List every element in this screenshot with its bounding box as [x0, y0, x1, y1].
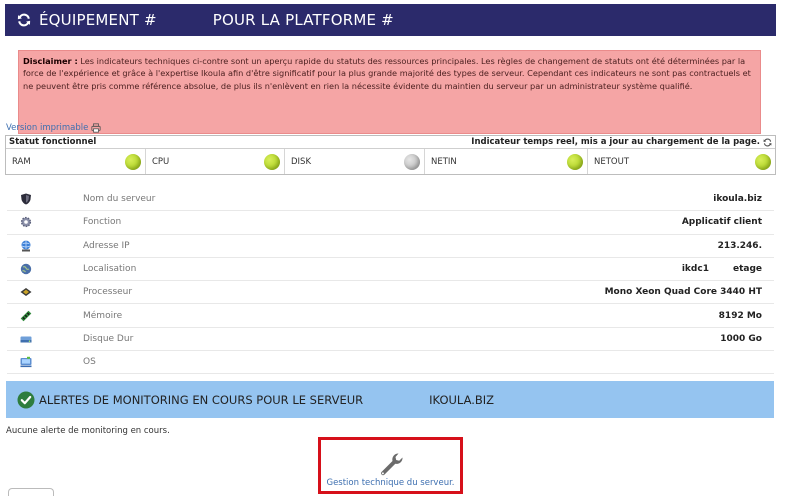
- header-title-platforme: POUR LA PLATFORME #: [212, 11, 394, 29]
- realtime-indicator: Indicateur temps reel, mis a jour au cha…: [471, 137, 772, 147]
- network-globe-icon: [21, 240, 31, 252]
- info-label: Disque Dur: [83, 333, 134, 344]
- wrench-icon: [380, 452, 403, 475]
- globe-icon: [20, 263, 32, 275]
- realtime-label: Indicateur temps reel, mis a jour au cha…: [471, 137, 760, 147]
- info-value: Mono Xeon Quad Core 3440 HT: [604, 287, 762, 298]
- technical-management-button[interactable]: Gestion technique du serveur.: [318, 437, 463, 494]
- status-title: Statut fonctionnel: [9, 137, 97, 147]
- cpu-chip-icon: [20, 288, 32, 297]
- printer-icon: [91, 123, 101, 133]
- info-label: Adresse IP: [83, 240, 130, 251]
- info-row-disk: Disque Dur 1000 Go: [7, 328, 774, 352]
- status-netout: NETOUT: [588, 149, 775, 174]
- status-dot-ok: [125, 153, 141, 170]
- printable-version-link[interactable]: Version imprimable: [6, 123, 101, 133]
- no-alert-message: Aucune alerte de monitoring en cours.: [6, 426, 170, 436]
- location-floor: etage: [732, 264, 762, 275]
- status-panel: Statut fonctionnel Indicateur temps reel…: [5, 135, 776, 175]
- status-header: Statut fonctionnel Indicateur temps reel…: [6, 136, 775, 149]
- status-dot-ok: [567, 153, 583, 170]
- status-dot-ok: [264, 153, 280, 170]
- server-info-table: Nom du serveur ikoula.biz Fonction Appli…: [7, 188, 774, 375]
- location-datacenter: ikdc1: [681, 264, 709, 275]
- info-label: Fonction: [83, 217, 122, 228]
- status-indicators: RAM CPU DISK NETIN NETOUT: [6, 149, 775, 174]
- hard-disk-icon: [20, 336, 32, 343]
- refresh-small-icon[interactable]: [763, 138, 772, 147]
- bottom-tab[interactable]: [8, 488, 54, 496]
- disclaimer-text: Les indicateurs techniques ci-contre son…: [23, 56, 751, 91]
- page-header: ÉQUIPEMENT # POUR LA PLATFORME #: [5, 4, 776, 36]
- info-value: ikdc1 etage: [682, 264, 774, 274]
- info-row-function: Fonction Applicatif client: [7, 211, 774, 235]
- info-label: Localisation: [83, 264, 137, 275]
- info-label: OS: [83, 357, 96, 368]
- header-title-equipement: ÉQUIPEMENT #: [39, 11, 157, 29]
- check-circle-icon: [17, 391, 35, 408]
- status-dot-ok: [755, 153, 771, 170]
- info-value: 213.246.: [717, 240, 762, 251]
- info-row-processor: Processeur Mono Xeon Quad Core 3440 HT: [7, 281, 774, 305]
- status-dot-unknown: [404, 153, 420, 170]
- status-ram: RAM: [6, 149, 146, 174]
- memory-stick-icon: [20, 310, 32, 321]
- gear-icon: [20, 217, 32, 228]
- os-icon: [20, 357, 32, 368]
- status-label: CPU: [152, 156, 170, 167]
- status-cpu: CPU: [146, 149, 285, 174]
- technical-management-label: Gestion technique du serveur.: [326, 477, 455, 488]
- monitoring-alerts-header: ALERTES DE MONITORING EN COURS POUR LE S…: [6, 381, 774, 418]
- disclaimer-label: Disclaimer :: [23, 56, 78, 66]
- alerts-server-name: IKOULA.BIZ: [429, 392, 495, 407]
- info-row-location: Localisation ikdc1 etage: [7, 258, 774, 282]
- status-label: NETOUT: [594, 156, 630, 167]
- info-value: ikoula.biz: [713, 194, 762, 205]
- info-label: Nom du serveur: [83, 194, 156, 205]
- disclaimer-box: Disclaimer : Les indicateurs techniques …: [18, 50, 761, 134]
- info-value: Applicatif client: [681, 217, 762, 228]
- shield-icon: [21, 193, 31, 205]
- status-disk: DISK: [285, 149, 425, 174]
- info-row-os: OS: [7, 351, 774, 375]
- status-label: NETIN: [431, 156, 457, 167]
- status-label: DISK: [291, 156, 312, 167]
- refresh-icon: [17, 13, 31, 27]
- info-row-ip: Adresse IP 213.246.: [7, 235, 774, 258]
- info-label: Processeur: [83, 287, 133, 298]
- printable-version-label: Version imprimable: [6, 123, 89, 133]
- info-value: 1000 Go: [720, 333, 762, 344]
- info-row-hostname: Nom du serveur ikoula.biz: [7, 188, 774, 212]
- info-row-memory: Mémoire 8192 Mo: [7, 304, 774, 328]
- alerts-title: ALERTES DE MONITORING EN COURS POUR LE S…: [39, 392, 364, 407]
- status-label: RAM: [12, 156, 31, 167]
- info-label: Mémoire: [83, 310, 123, 321]
- status-netin: NETIN: [425, 149, 588, 174]
- info-value: 8192 Mo: [718, 310, 762, 321]
